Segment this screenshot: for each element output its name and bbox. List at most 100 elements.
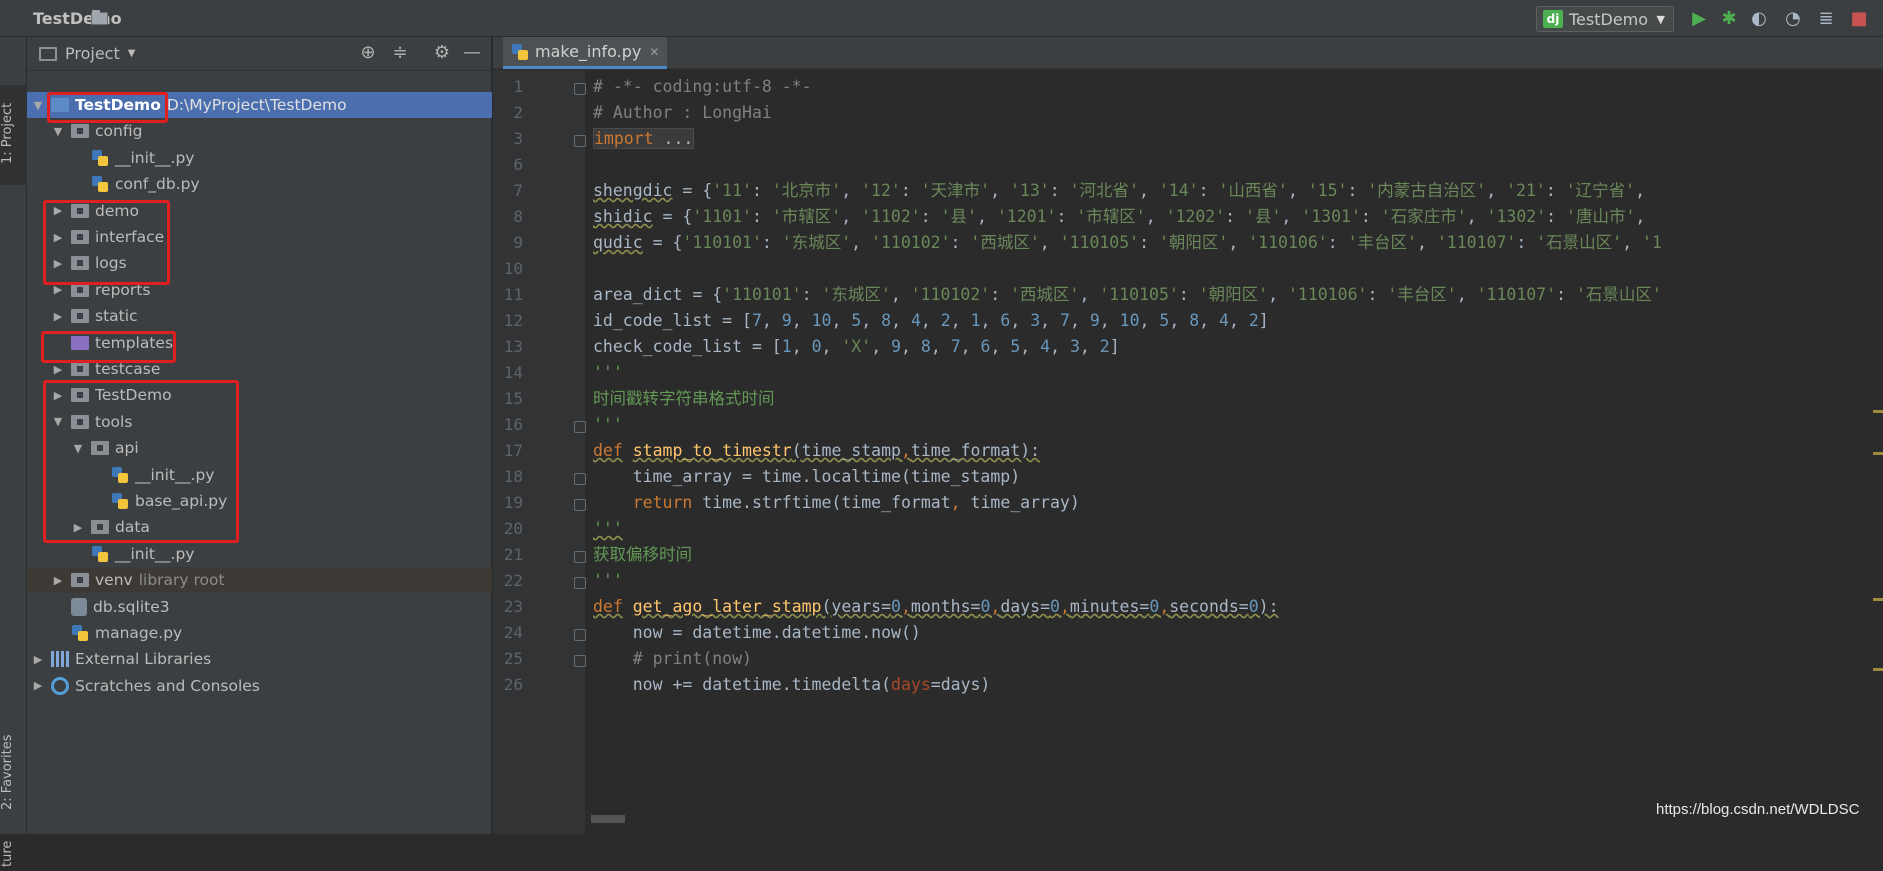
code-line[interactable]: now += datetime.timedelta(days=days) xyxy=(593,672,991,698)
tree-item[interactable]: conf_db.py xyxy=(27,171,492,197)
tree-item[interactable]: db.sqlite3 xyxy=(27,594,492,620)
code-line[interactable]: now = datetime.datetime.now() xyxy=(593,620,921,646)
tab-structure[interactable]: ture xyxy=(0,837,27,871)
breadcrumb-project[interactable]: TestDemo xyxy=(33,9,122,28)
tree-item-label: __init__.py xyxy=(115,544,195,563)
folder-icon xyxy=(71,573,89,588)
code-line[interactable]: # -*- coding:utf-8 -*- xyxy=(593,74,812,100)
run-icon[interactable]: ▶ xyxy=(1688,8,1710,30)
horizontal-scrollbar[interactable] xyxy=(591,815,625,823)
fold-marker-icon[interactable] xyxy=(574,421,586,433)
line-number: 9 xyxy=(513,233,523,252)
fold-marker-icon[interactable] xyxy=(574,577,586,589)
collapse-arrow-icon[interactable]: ▶ xyxy=(51,574,65,587)
fold-marker-icon[interactable] xyxy=(574,655,586,667)
code-line[interactable]: ''' xyxy=(593,360,623,386)
warning-marker[interactable] xyxy=(1873,410,1883,413)
code-line[interactable]: check_code_list = [1, 0, 'X', 9, 8, 7, 6… xyxy=(593,334,1120,360)
tree-item-label: static xyxy=(95,307,138,326)
code-line[interactable]: import ... xyxy=(593,126,695,152)
code-line[interactable]: def stamp_to_timestr(time_stamp,time_for… xyxy=(593,438,1040,464)
fold-marker-icon[interactable] xyxy=(574,83,586,95)
code-line[interactable]: return time.strftime(time_format, time_a… xyxy=(593,490,1080,516)
python-file-icon xyxy=(71,624,89,642)
collapse-arrow-icon[interactable]: ▶ xyxy=(31,679,45,692)
highlight-box xyxy=(43,380,239,543)
line-number: 7 xyxy=(513,181,523,200)
collapse-arrow-icon[interactable]: ▶ xyxy=(51,363,65,376)
tab-favorites[interactable]: 2: Favorites xyxy=(0,717,27,827)
line-number: 20 xyxy=(503,519,523,538)
gear-icon[interactable]: ⚙ xyxy=(431,42,453,64)
collapse-arrow-icon[interactable]: ▶ xyxy=(51,310,65,323)
code-line[interactable]: # Author : LongHai xyxy=(593,100,772,126)
chevron-down-icon[interactable]: ▼ xyxy=(128,48,136,59)
code-line[interactable]: area_dict = {'110101': '东城区', '110102': … xyxy=(593,282,1662,308)
concurrency-icon[interactable]: ≣ xyxy=(1815,8,1837,30)
title-bar: TestDemo dj TestDemo ▼ ▶ ✱ ◐ ◔ ≣ ■ xyxy=(0,0,1883,37)
line-number: 8 xyxy=(513,207,523,226)
fold-marker-icon[interactable] xyxy=(574,629,586,641)
tree-item-label: conf_db.py xyxy=(115,175,200,194)
fold-marker-icon[interactable] xyxy=(574,473,586,485)
code-editor[interactable]: # -*- coding:utf-8 -*- # Author : LongHai… xyxy=(593,70,1863,834)
tree-item-label: __init__.py xyxy=(115,148,195,167)
line-number: 1 xyxy=(513,77,523,96)
folder-icon xyxy=(71,309,89,324)
tree-item[interactable]: __init__.py xyxy=(27,541,492,567)
code-line[interactable]: 时间戳转字符串格式时间 xyxy=(593,386,775,412)
project-view-icon xyxy=(39,46,57,61)
line-number: 12 xyxy=(503,311,523,330)
collapse-arrow-icon[interactable]: ▶ xyxy=(31,653,45,666)
warning-marker[interactable] xyxy=(1873,598,1883,601)
code-line[interactable]: ''' xyxy=(593,568,623,594)
collapse-all-icon[interactable]: ≑ xyxy=(389,42,411,64)
expand-arrow-icon[interactable]: ▼ xyxy=(31,99,45,112)
tree-item-label: External Libraries xyxy=(75,650,212,669)
tab-make-info[interactable]: make_info.py ✕ xyxy=(503,37,668,69)
line-number: 19 xyxy=(503,493,523,512)
warning-marker[interactable] xyxy=(1873,452,1883,455)
run-configuration-select[interactable]: dj TestDemo ▼ xyxy=(1536,6,1674,32)
fold-marker-icon[interactable] xyxy=(574,499,586,511)
code-line[interactable]: def get_ago_later_stamp(years=0,months=0… xyxy=(593,594,1279,620)
tree-item-label: db.sqlite3 xyxy=(93,597,170,616)
code-line[interactable]: time_array = time.localtime(time_stamp) xyxy=(593,464,1020,490)
expand-arrow-icon[interactable]: ▼ xyxy=(51,125,65,138)
fold-marker-icon[interactable] xyxy=(574,135,586,147)
code-line[interactable]: qudic = {'110101': '东城区', '110102': '西城区… xyxy=(593,230,1662,256)
highlight-box xyxy=(43,200,170,285)
collapse-arrow-icon[interactable]: ▶ xyxy=(51,283,65,296)
tree-item[interactable]: ▶ Scratches and Consoles xyxy=(27,673,492,699)
scratches-icon xyxy=(51,676,69,695)
tree-item[interactable]: manage.py xyxy=(27,620,492,646)
code-line[interactable]: 获取偏移时间 xyxy=(593,542,692,568)
debug-icon[interactable]: ✱ xyxy=(1718,8,1740,30)
tree-item[interactable]: ▶ venv library root xyxy=(27,567,492,594)
coverage-icon[interactable]: ◐ xyxy=(1748,8,1770,30)
profile-icon[interactable]: ◔ xyxy=(1782,8,1804,30)
libraries-icon xyxy=(51,651,69,668)
code-line[interactable]: shidic = {'1101': '市辖区', '1102': '县', '1… xyxy=(593,204,1645,230)
code-line[interactable]: shengdic = {'11': '北京市', '12': '天津市', '1… xyxy=(593,178,1645,204)
warning-marker[interactable] xyxy=(1873,668,1883,671)
left-tool-strip: 1: Project 2: Favorites ture xyxy=(0,37,27,867)
breadcrumb[interactable]: TestDemo xyxy=(10,9,122,28)
line-number: 2 xyxy=(513,103,523,122)
code-line[interactable]: id_code_list = [7, 9, 10, 5, 8, 4, 2, 1,… xyxy=(593,308,1269,334)
tree-item[interactable]: __init__.py xyxy=(27,145,492,171)
locate-icon[interactable]: ⊕ xyxy=(357,42,379,64)
line-number: 21 xyxy=(503,545,523,564)
line-number: 18 xyxy=(503,467,523,486)
fold-marker-icon[interactable] xyxy=(574,551,586,563)
hide-icon[interactable]: — xyxy=(461,42,483,64)
tree-item[interactable]: ▶ External Libraries xyxy=(27,646,492,672)
code-line[interactable]: ''' xyxy=(593,412,623,438)
tree-item[interactable]: ▶ static xyxy=(27,303,492,329)
code-line[interactable]: ''' xyxy=(593,516,623,542)
tab-project[interactable]: 1: Project xyxy=(0,85,27,185)
close-icon[interactable]: ✕ xyxy=(649,45,659,59)
project-panel-title[interactable]: Project xyxy=(65,44,120,63)
code-line[interactable]: # print(now) xyxy=(593,646,752,672)
stop-icon[interactable]: ■ xyxy=(1848,8,1870,30)
